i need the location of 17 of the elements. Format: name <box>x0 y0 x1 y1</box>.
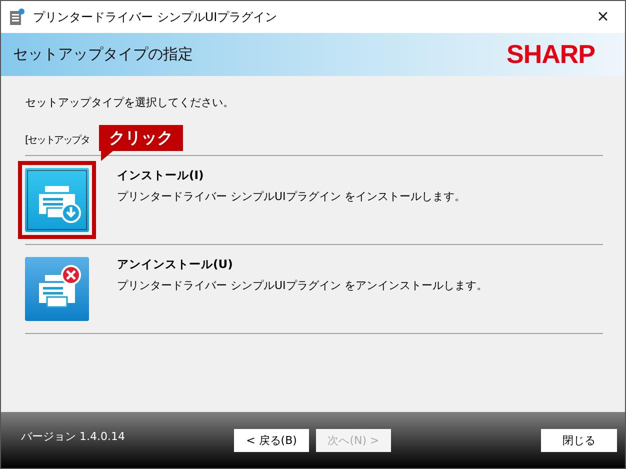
option-description: プリンタードライバー シンプルUIプラグイン をインストールします。 <box>117 189 466 204</box>
close-dialog-button[interactable]: 閉じる <box>541 428 617 452</box>
option-title: インストール(I) <box>117 168 205 183</box>
version-label: バージョン 1.4.0.14 <box>21 428 126 444</box>
printer-icon <box>9 8 25 26</box>
back-button[interactable]: < 戻る(B) <box>234 428 309 452</box>
window-title: プリンタードライバー シンプルUIプラグイン <box>33 8 278 26</box>
brand-logo: SHARP <box>506 39 595 70</box>
uninstall-button[interactable] <box>25 257 89 321</box>
instruction-text: セットアップタイプを選択してください。 <box>25 95 235 110</box>
option-description: プリンタードライバー シンプルUIプラグイン をアンインストールします。 <box>117 278 488 293</box>
printer-download-icon <box>25 168 89 232</box>
printer-remove-icon <box>25 257 89 321</box>
close-button[interactable]: × <box>581 1 625 33</box>
option-title: アンインストール(U) <box>117 257 234 272</box>
section-label: [セットアップタ <box>25 135 90 146</box>
page-heading: セットアップタイプの指定 <box>13 45 193 64</box>
